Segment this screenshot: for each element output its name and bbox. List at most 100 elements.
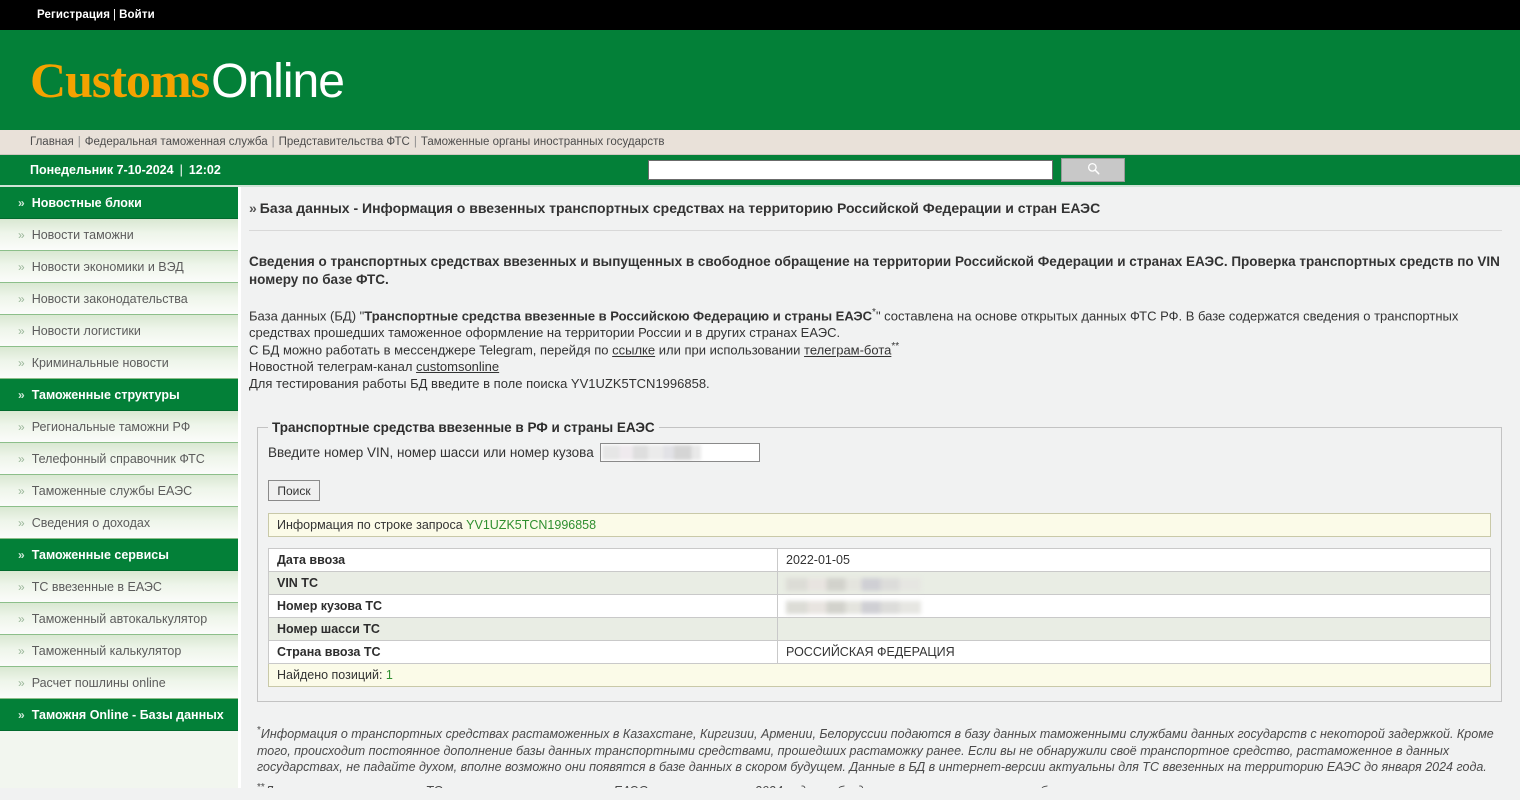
- search-results: Информация по строке запроса YV1UZK5TCN1…: [268, 513, 1491, 688]
- nav-separator: |: [271, 136, 275, 148]
- chevron-right-icon: »: [18, 547, 25, 562]
- table-row: VIN ТС: [268, 571, 1491, 596]
- sidebar-item-label: Расчет пошлины online: [31, 675, 166, 690]
- footnotes: *Информация о транспортных средствах рас…: [249, 724, 1502, 788]
- redacted-body-number-value: [786, 600, 921, 614]
- login-link[interactable]: Войти: [119, 9, 155, 21]
- chevron-right-icon: »: [18, 387, 25, 402]
- sidebar-item-label: Таможенный калькулятор: [31, 643, 182, 658]
- site-logo[interactable]: CustomsOnline: [30, 54, 345, 108]
- sidebar-item-label: Таможенные сервисы: [31, 547, 169, 562]
- description-paragraph: База данных (БД) "Транспортные средства …: [249, 307, 1502, 393]
- auth-links: Регистрация | Войти: [37, 9, 155, 21]
- date-separator: |: [179, 163, 183, 177]
- search-icon: [1087, 162, 1100, 178]
- sidebar-item-vehicles-eaeu[interactable]: » ТС ввезенные в ЕАЭС: [0, 571, 238, 603]
- table-row: Дата ввоза 2022-01-05: [268, 548, 1491, 573]
- telegram-link[interactable]: ссылке: [612, 343, 655, 358]
- vin-input[interactable]: [599, 443, 760, 463]
- chevron-right-icon: »: [18, 643, 25, 658]
- title-divider: [249, 230, 1502, 231]
- row-key: Номер кузова ТС: [268, 594, 778, 619]
- footnote-2-suffix: .: [1064, 784, 1067, 788]
- db-desc-prefix: База данных (БД) ": [249, 307, 365, 323]
- found-count: 1: [385, 668, 393, 683]
- query-info-line: Информация по строке запроса YV1UZK5TCN1…: [268, 513, 1491, 538]
- nav-separator: |: [77, 136, 81, 148]
- table-row: Номер шасси ТС: [268, 617, 1491, 642]
- vin-form-row: Введите номер VIN, номер шасси или номер…: [268, 443, 1491, 463]
- nav-item-fts[interactable]: Федеральная таможенная служба: [85, 136, 268, 148]
- chevron-right-icon: »: [18, 579, 25, 594]
- sidebar-item-label: Телефонный справочник ФТС: [31, 451, 205, 466]
- auth-separator: |: [113, 9, 117, 21]
- sidebar-item-label: Новостные блоки: [31, 195, 142, 210]
- row-value: [777, 617, 1491, 642]
- sidebar-item-customs-services[interactable]: » Таможенные сервисы: [0, 539, 238, 571]
- chevron-right-icon: »: [18, 195, 25, 210]
- main-content: » База данных - Информация о ввезенных тр…: [241, 187, 1520, 788]
- site-search-button[interactable]: [1061, 158, 1125, 182]
- sidebar-item-income-info[interactable]: » Сведения о доходах: [0, 507, 238, 539]
- sidebar-item-label: Таможня Online - Базы данных: [31, 707, 224, 722]
- sidebar-item-criminal-news[interactable]: » Криминальные новости: [0, 347, 238, 379]
- telegram-bot-link[interactable]: телеграм-бота: [804, 343, 891, 358]
- date-search-strip: Понедельник 7-10-2024 | 12:02: [0, 155, 1520, 187]
- table-row: Страна ввоза ТС РОССИЙСКАЯ ФЕДЕРАЦИЯ: [268, 640, 1491, 665]
- sidebar-item-customs-structures[interactable]: » Таможенные структуры: [0, 379, 238, 411]
- nav-item-home[interactable]: Главная: [30, 136, 74, 148]
- sidebar-item-label: Новости экономики и ВЭД: [31, 259, 184, 274]
- logo-online-text: Online: [211, 54, 345, 108]
- sidebar-item-label: Криминальные новости: [31, 355, 169, 370]
- sidebar-item-customs-calculator[interactable]: » Таможенный калькулятор: [0, 635, 238, 667]
- chevron-right-icon: »: [18, 515, 25, 530]
- chevron-right-icon: »: [18, 419, 25, 434]
- top-auth-bar: Регистрация | Войти: [0, 0, 1520, 30]
- sidebar-item-eaeu-customs-services[interactable]: » Таможенные службы ЕАЭС: [0, 475, 238, 507]
- site-search-input[interactable]: [648, 160, 1053, 180]
- sidebar-item-customs-news[interactable]: » Новости таможни: [0, 219, 238, 251]
- channel-prefix: Новостной телеграм-канал: [249, 359, 417, 375]
- lead-paragraph: Сведения о транспортных средствах ввезен…: [249, 254, 1500, 287]
- sidebar-item-duty-online[interactable]: » Расчет пошлины online: [0, 667, 238, 699]
- redacted-vin-value: [786, 577, 921, 591]
- sidebar-item-label: Новости логистики: [31, 323, 141, 338]
- chevron-right-icon: »: [18, 611, 25, 626]
- row-value: РОССИЙСКАЯ ФЕДЕРАЦИЯ: [777, 640, 1491, 665]
- search-submit-button[interactable]: Поиск: [268, 480, 320, 502]
- nav-item-foreign-customs[interactable]: Таможенные органы иностранных государств: [421, 136, 665, 148]
- sidebar-item-legislation-news[interactable]: » Новости законодательства: [0, 283, 238, 315]
- row-value-redacted: [777, 594, 1491, 619]
- row-key: Дата ввоза: [268, 548, 778, 573]
- page-body: » Новостные блоки » Новости таможни » Новос…: [0, 187, 1520, 788]
- footnote-2-marker: **: [257, 782, 265, 788]
- nav-item-representations[interactable]: Представительства ФТС: [279, 136, 410, 148]
- register-link[interactable]: Регистрация: [37, 9, 110, 21]
- customsonline-channel-link[interactable]: customsonline: [416, 359, 499, 374]
- current-date-time: Понедельник 7-10-2024 | 12:02: [30, 163, 221, 177]
- footnote-2-prefix: Для проверки растаможки ТС, ввезенных на…: [265, 784, 977, 788]
- footnote-1: *Информация о транспортных средствах рас…: [257, 724, 1502, 775]
- footnote-2: **Для проверки растаможки ТС, ввезенных …: [257, 781, 1502, 788]
- sidebar-item-phone-directory[interactable]: » Телефонный справочник ФТС: [0, 443, 238, 475]
- row-value-redacted: [777, 571, 1491, 596]
- sidebar-item-regional-customs[interactable]: » Региональные таможни РФ: [0, 411, 238, 443]
- chevron-right-icon: »: [18, 675, 25, 690]
- sidebar-item-auto-calculator[interactable]: » Таможенный автокалькулятор: [0, 603, 238, 635]
- chevron-right-icon: »: [18, 707, 25, 722]
- sidebar-item-economy-news[interactable]: » Новости экономики и ВЭД: [0, 251, 238, 283]
- query-info-prefix: Информация по строке запроса: [277, 518, 463, 533]
- chevron-right-icon: »: [18, 323, 25, 338]
- chevron-right-icon: »: [249, 200, 257, 216]
- sidebar-item-logistics-news[interactable]: » Новости логистики: [0, 315, 238, 347]
- found-count-line: Найдено позиций: 1: [268, 664, 1491, 688]
- sidebar-item-databases[interactable]: » Таможня Online - Базы данных: [0, 699, 238, 731]
- vin-input-redacted-value: [601, 445, 726, 461]
- vehicle-search-fieldset: Транспортные средства ввезенные в РФ и с…: [257, 420, 1502, 703]
- sidebar-item-news-blocks[interactable]: » Новостные блоки: [0, 187, 238, 219]
- footnote-marker-2: **: [891, 341, 900, 353]
- footnote-telegram-bot-link[interactable]: телеграм-бот: [976, 784, 1064, 788]
- chevron-right-icon: »: [18, 451, 25, 466]
- site-banner: CustomsOnline: [0, 30, 1520, 130]
- chevron-right-icon: »: [18, 227, 25, 242]
